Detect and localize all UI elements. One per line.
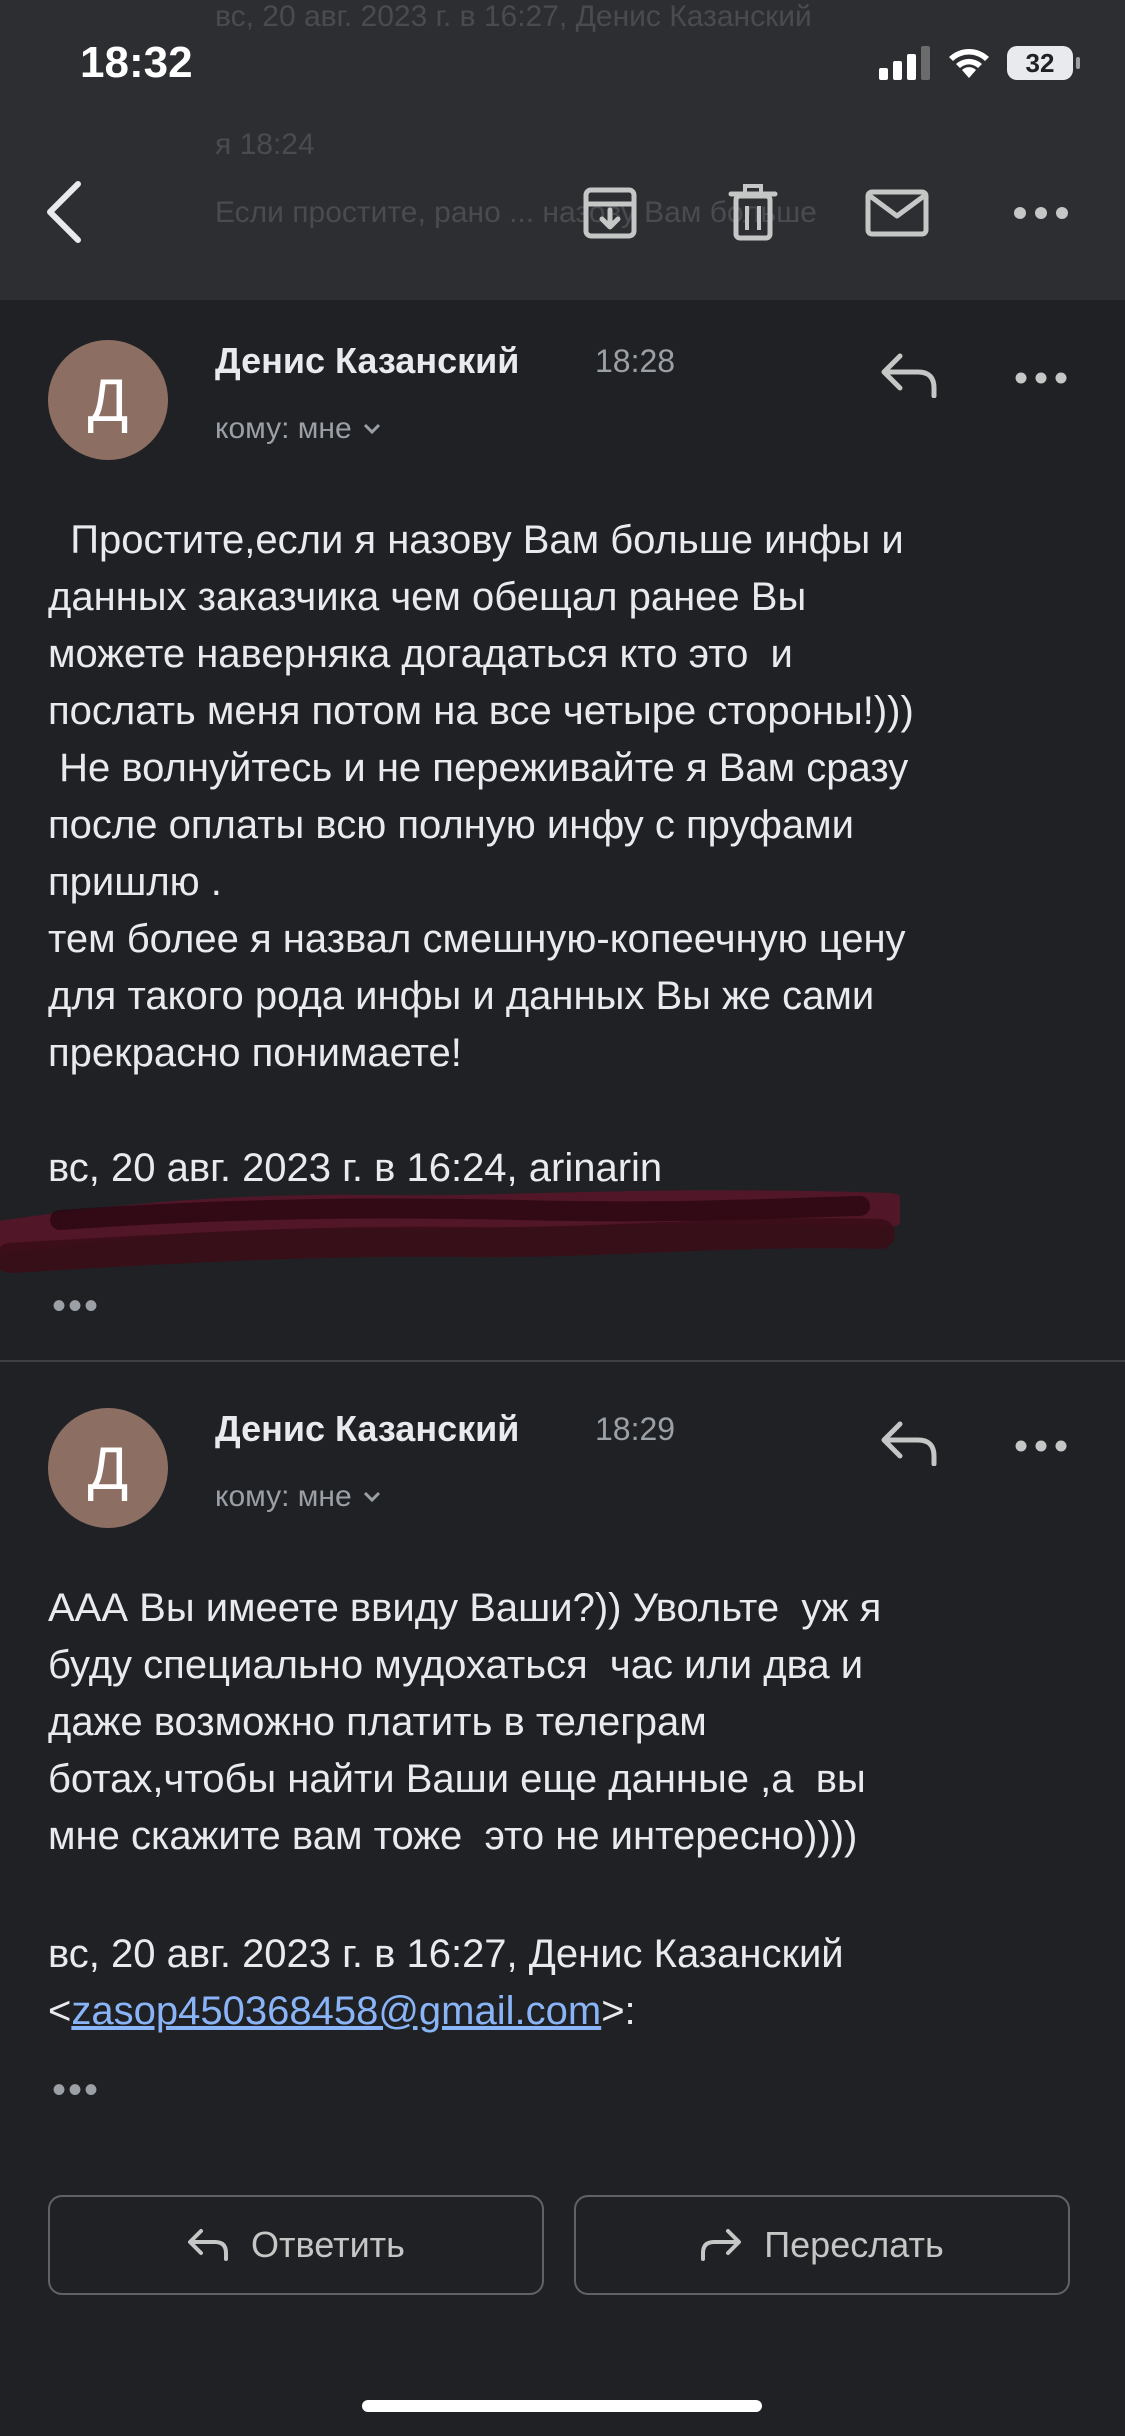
signal-icon: [879, 46, 930, 80]
top-bar: вс, 20 авг. 2023 г. в 16:27, Денис Казан…: [0, 0, 1125, 300]
recipient-toggle[interactable]: кому: мне: [215, 1480, 382, 1514]
quote-email-suffix: >:: [601, 1989, 636, 2033]
redaction-scribble: [0, 1190, 900, 1273]
status-icons: 32: [879, 46, 1080, 80]
avatar-letter: Д: [87, 1434, 129, 1502]
avatar[interactable]: Д: [48, 1408, 168, 1528]
forward-button[interactable]: Переслать: [574, 2195, 1070, 2295]
status-time: 18:32: [80, 38, 193, 87]
recipient-label: кому: мне: [215, 412, 352, 445]
reply-icon[interactable]: [880, 352, 938, 398]
message-body: ААА Вы имеете ввиду Ваши?)) Увольте уж я…: [48, 1586, 882, 1858]
home-indicator[interactable]: [362, 2400, 762, 2412]
mail-icon[interactable]: [864, 182, 930, 242]
avatar-letter: Д: [87, 366, 129, 434]
wifi-icon: [949, 49, 989, 78]
message-divider: [0, 1360, 1125, 1362]
archive-icon[interactable]: [580, 182, 640, 242]
reply-button[interactable]: Ответить: [48, 2195, 544, 2295]
forward-button-label: Переслать: [764, 2224, 944, 2265]
message-body: Простите,если я назову Вам больше инфы и…: [48, 518, 914, 1075]
more-icon[interactable]: [1015, 1440, 1067, 1452]
recipient-toggle[interactable]: кому: мне: [215, 412, 382, 446]
more-icon[interactable]: [1013, 206, 1069, 220]
message-time: 18:29: [595, 1411, 676, 1447]
sender-email-link[interactable]: zasop450368458@gmail.com: [71, 1989, 601, 2033]
recipient-label: кому: мне: [215, 1480, 352, 1513]
more-icon[interactable]: [1015, 372, 1067, 384]
reply-button-label: Ответить: [251, 2224, 405, 2265]
battery-level: 32: [1025, 47, 1055, 78]
quote-email-line: <zasop450368458@gmail.com>:: [48, 1983, 1088, 2040]
back-icon[interactable]: [44, 180, 84, 244]
quote-email-prefix: <: [48, 1989, 72, 2033]
reply-icon: [188, 2229, 229, 2261]
show-trimmed-content[interactable]: •••: [52, 2068, 100, 2113]
avatar[interactable]: Д: [48, 340, 168, 460]
chevron-down-icon: [363, 423, 380, 435]
chevron-down-icon: [363, 1491, 380, 1503]
show-trimmed-content[interactable]: •••: [52, 1284, 100, 1329]
sender-name: Денис Казанский: [215, 1408, 520, 1449]
background-header-line1: вс, 20 авг. 2023 г. в 16:27, Денис Казан…: [215, 0, 812, 33]
trash-icon[interactable]: [723, 182, 783, 242]
forward-icon: [701, 2229, 742, 2261]
sender-name: Денис Казанский: [215, 340, 520, 381]
background-header-line2: я 18:24: [215, 128, 315, 161]
battery-indicator: 32: [1007, 46, 1080, 80]
quote-header: вс, 20 авг. 2023 г. в 16:27, Денис Казан…: [48, 1932, 844, 1976]
message-time: 18:28: [595, 343, 676, 379]
reply-icon[interactable]: [880, 1420, 938, 1466]
